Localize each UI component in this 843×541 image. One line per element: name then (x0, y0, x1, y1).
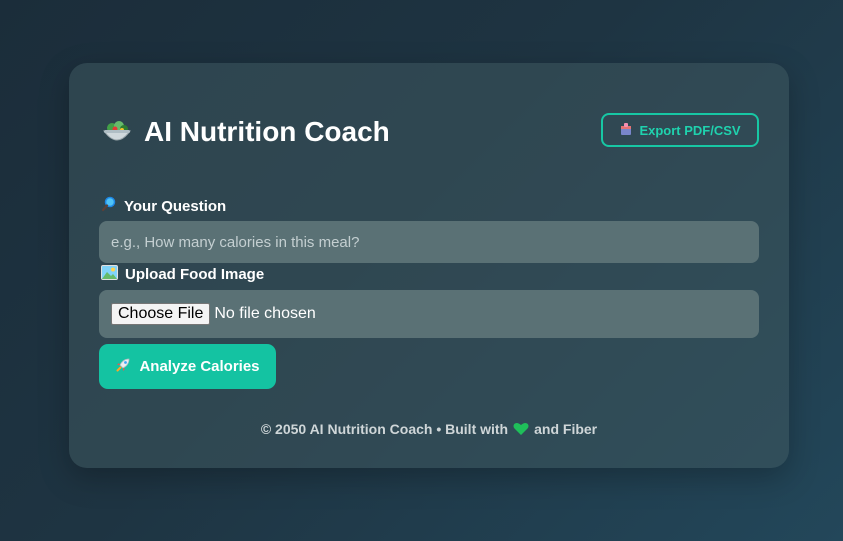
page-title: AI Nutrition Coach (102, 116, 390, 148)
package-icon (619, 122, 633, 139)
export-button-label: Export PDF/CSV (639, 122, 741, 138)
file-upload-field[interactable]: Choose File No file chosen (99, 290, 759, 338)
footer-text-after: and Fiber (534, 421, 598, 437)
upload-label-text: Upload Food Image (125, 266, 265, 283)
analyze-calories-button[interactable]: Analyze Calories (99, 344, 276, 389)
question-input[interactable] (99, 221, 759, 263)
picture-icon (101, 265, 118, 284)
analyze-button-label: Analyze Calories (139, 358, 260, 375)
magnifier-icon (101, 196, 117, 216)
footer: © 2050 AI Nutrition Coach • Built with a… (69, 421, 789, 437)
salad-bowl-icon (102, 117, 132, 147)
question-label: Your Question (101, 196, 226, 216)
choose-file-button[interactable]: Choose File (111, 303, 211, 325)
main-card: AI Nutrition Coach Export PDF/CSV Your Q… (69, 63, 789, 468)
rocket-icon (115, 357, 131, 377)
file-status: No file chosen (214, 305, 316, 322)
page-title-text: AI Nutrition Coach (144, 116, 390, 147)
footer-text-before: © 2050 AI Nutrition Coach • Built with (260, 421, 509, 437)
green-heart-icon (513, 422, 529, 436)
upload-label: Upload Food Image (101, 265, 264, 284)
question-label-text: Your Question (124, 197, 227, 215)
header: AI Nutrition Coach Export PDF/CSV (102, 113, 759, 153)
export-button[interactable]: Export PDF/CSV (601, 113, 759, 147)
